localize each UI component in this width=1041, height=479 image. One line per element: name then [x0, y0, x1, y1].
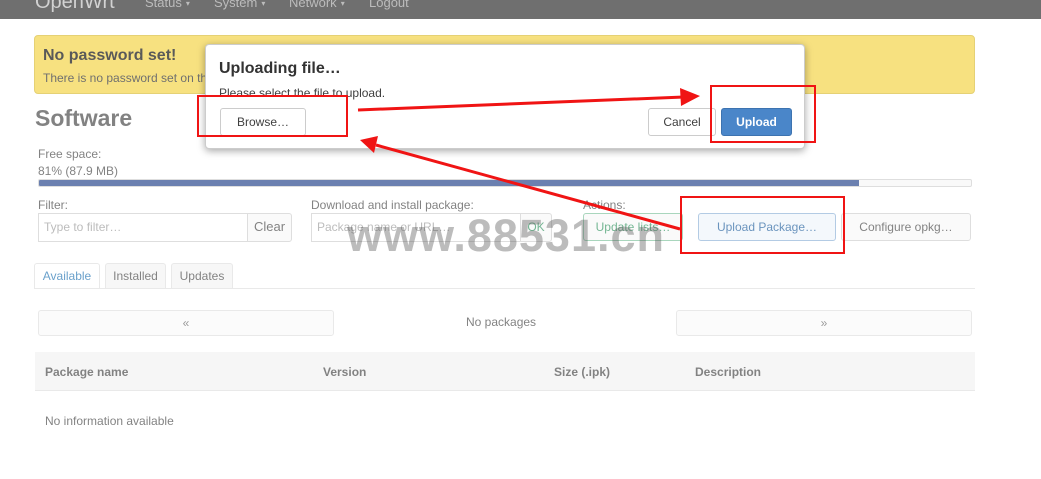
arrow-to-upload-head [680, 88, 700, 106]
annotation-arrows [357, 88, 700, 231]
arrow-to-browse-line [375, 143, 681, 231]
arrow-to-upload-line [357, 95, 685, 112]
arrow-to-browse-head [360, 136, 378, 153]
